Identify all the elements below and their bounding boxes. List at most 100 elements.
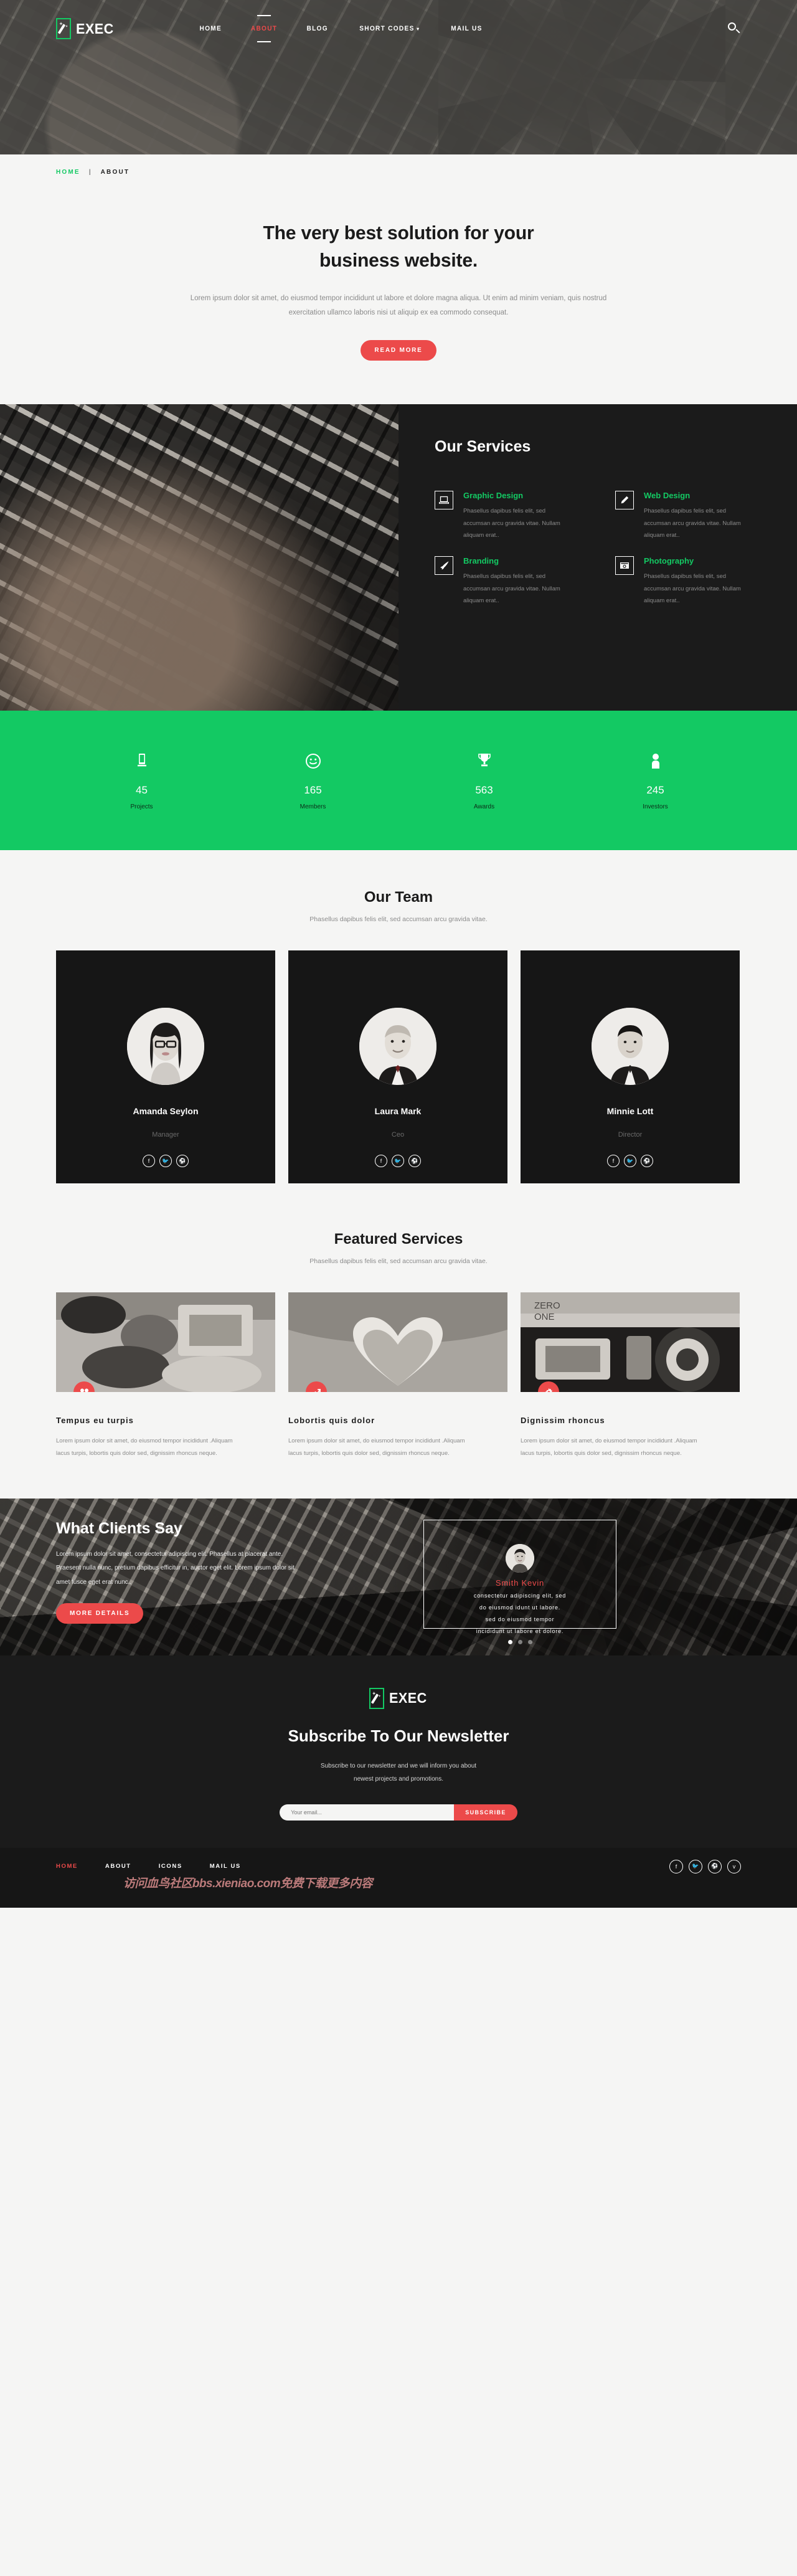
footer-nav-mail-us[interactable]: MAIL US [210, 1863, 241, 1870]
team-member-role: Director [618, 1131, 643, 1139]
newsletter-description-line2: newest projects and promotions. [354, 1775, 443, 1783]
svg-text:ZERO: ZERO [534, 1300, 560, 1311]
service-item[interactable]: Graphic Design Phasellus dapibus felis e… [435, 491, 615, 541]
breadcrumb-home[interactable]: HOME [56, 169, 80, 176]
featured-card-text: Lorem ipsum dolor sit amet, do eiusmod t… [288, 1437, 465, 1457]
carousel-dots [423, 1639, 616, 1644]
service-text: Phasellus dapibus felis elit, sed accums… [644, 508, 741, 539]
twitter-icon[interactable]: 🐦 [392, 1155, 404, 1168]
featured-title: Featured Services [334, 1231, 463, 1248]
team-member-socials: f 🐦 ⚽ [56, 1155, 275, 1168]
dribbble-icon[interactable]: ⚽ [641, 1155, 653, 1168]
page-title-line1: The very best solution for your [263, 222, 534, 244]
service-text: Phasellus dapibus felis elit, sed accums… [463, 508, 560, 539]
facebook-icon[interactable]: f [375, 1155, 387, 1168]
stat-label: Awards [473, 803, 495, 811]
nav-item-about[interactable]: ABOUT [238, 25, 290, 32]
top-navigation-bar: EXEC HOME ABOUT BLOG SHORT CODES ▾ MAIL U… [56, 0, 741, 57]
team-section: Our Team Phasellus dapibus felis elit, s… [0, 850, 797, 1184]
service-text: Phasellus dapibus felis elit, sed accums… [644, 573, 741, 605]
carousel-dot[interactable] [527, 1639, 532, 1644]
footer-socials: f 🐦 ⚽ v [669, 1859, 741, 1873]
carousel-dot[interactable] [507, 1639, 512, 1644]
service-title: Photography [644, 556, 694, 566]
footer-brand-name: EXEC [389, 1690, 427, 1707]
team-member-card[interactable]: Minnie Lott Director f 🐦 ⚽ [521, 950, 740, 1184]
services-image [0, 404, 398, 711]
twitter-icon[interactable]: 🐦 [159, 1155, 172, 1168]
smiley-icon [227, 751, 398, 772]
dribbble-icon[interactable]: ⚽ [408, 1155, 421, 1168]
nav-item-blog[interactable]: BLOG [295, 25, 341, 32]
testimonial-section: What Clients Say Lorem ipsum dolor sit a… [0, 1498, 797, 1655]
vimeo-icon[interactable]: v [727, 1859, 741, 1873]
stats-section: 45 Projects 165 Members 563 Awards 245 I… [0, 711, 797, 851]
team-member-socials: f 🐦 ⚽ [521, 1155, 740, 1168]
featured-card[interactable]: Tempus eu turpis Lorem ipsum dolor sit a… [56, 1292, 275, 1460]
intro-paragraph: Lorem ipsum dolor sit amet, do eiusmod t… [190, 295, 607, 317]
service-title: Web Design [644, 491, 691, 501]
newsletter-form: SUBSCRIBE [0, 1804, 797, 1821]
laptop-icon [435, 491, 453, 510]
avatar [506, 1543, 534, 1573]
facebook-icon[interactable]: f [669, 1859, 683, 1873]
testimonial-quote-card: Smith Kevin consectetur adipiscing elit,… [423, 1519, 616, 1634]
footer-nav: HOME ABOUT ICONS MAIL US [56, 1863, 268, 1870]
stat-label: Investors [643, 803, 668, 811]
featured-section: Featured Services Phasellus dapibus feli… [0, 1183, 797, 1460]
stat-item: 563 Awards [398, 751, 570, 810]
more-details-button[interactable]: MORE DETAILS [56, 1603, 144, 1624]
brush-icon [435, 556, 453, 575]
team-title: Our Team [364, 889, 433, 906]
dribbble-icon[interactable]: ⚽ [176, 1155, 189, 1168]
footer-nav-about[interactable]: ABOUT [105, 1863, 131, 1870]
team-member-name: Minnie Lott [606, 1106, 654, 1117]
team-member-card[interactable]: Amanda Seylon Manager f 🐦 ⚽ [56, 950, 275, 1184]
nav-item-short-codes-label: SHORT CODES [359, 25, 415, 32]
logo[interactable]: EXEC [56, 18, 115, 39]
twitter-icon[interactable]: 🐦 [624, 1155, 636, 1168]
featured-card-title: Tempus eu turpis [56, 1416, 134, 1426]
nav-item-home[interactable]: HOME [187, 25, 234, 32]
breadcrumb-current: ABOUT [100, 168, 130, 176]
subscribe-button[interactable]: SUBSCRIBE [454, 1804, 517, 1821]
trophy-icon [398, 751, 570, 772]
stat-item: 165 Members [227, 751, 398, 810]
footer-nav-icons[interactable]: ICONS [159, 1863, 182, 1870]
nav-item-short-codes[interactable]: SHORT CODES ▾ [347, 25, 433, 32]
service-item[interactable]: Branding Phasellus dapibus felis elit, s… [435, 556, 615, 607]
facebook-icon[interactable]: f [607, 1155, 620, 1168]
twitter-icon[interactable]: 🐦 [689, 1859, 702, 1873]
carousel-dot[interactable] [517, 1639, 522, 1644]
service-item[interactable]: Photography Phasellus dapibus felis elit… [615, 556, 796, 607]
email-input[interactable] [280, 1804, 455, 1821]
newsletter-title: Subscribe To Our Newsletter [288, 1726, 509, 1745]
team-member-card[interactable]: Laura Mark Ceo f 🐦 ⚽ [288, 950, 507, 1184]
nav-item-mail-us[interactable]: MAIL US [438, 25, 495, 32]
breadcrumb-separator: | [88, 168, 92, 176]
testimonial-title: What Clients Say [56, 1519, 182, 1537]
dribbble-icon[interactable]: ⚽ [708, 1859, 722, 1873]
testimonial-quote: consectetur adipiscing elit, sed do eius… [424, 1590, 616, 1637]
chevron-down-icon: ▾ [417, 26, 420, 32]
page-title: The very best solution for your business… [12, 219, 785, 274]
quote-line-1: consectetur adipiscing elit, sed [473, 1592, 567, 1599]
team-member-name: Laura Mark [374, 1106, 422, 1117]
featured-card[interactable]: Lobortis quis dolor Lorem ipsum dolor si… [288, 1292, 507, 1460]
featured-card-text: Lorem ipsum dolor sit amet, do eiusmod t… [56, 1437, 233, 1457]
search-icon[interactable] [727, 22, 741, 36]
services-content: Our Services Graphic Design Phasellus da… [398, 404, 797, 711]
pencil-icon [615, 491, 634, 510]
breadcrumb-bar: HOME | ABOUT [0, 154, 797, 189]
service-item[interactable]: Web Design Phasellus dapibus felis elit,… [615, 491, 796, 541]
hero-banner: EXEC HOME ABOUT BLOG SHORT CODES ▾ MAIL U… [0, 0, 797, 154]
footer-nav-home[interactable]: HOME [56, 1863, 78, 1870]
featured-card[interactable]: ZERO ONE Dignissim rhoncus Lorem ipsum do… [521, 1292, 740, 1460]
featured-image [288, 1292, 507, 1393]
team-subtitle: Phasellus dapibus felis elit, sed accums… [309, 916, 488, 924]
facebook-icon[interactable]: f [143, 1155, 155, 1168]
footer-logo[interactable]: EXEC [0, 1687, 797, 1709]
quote-line-4: incididunt ut labore et dolore. [476, 1627, 564, 1634]
read-more-button[interactable]: READ MORE [361, 340, 436, 361]
featured-card-text: Lorem ipsum dolor sit amet, do eiusmod t… [521, 1437, 697, 1457]
